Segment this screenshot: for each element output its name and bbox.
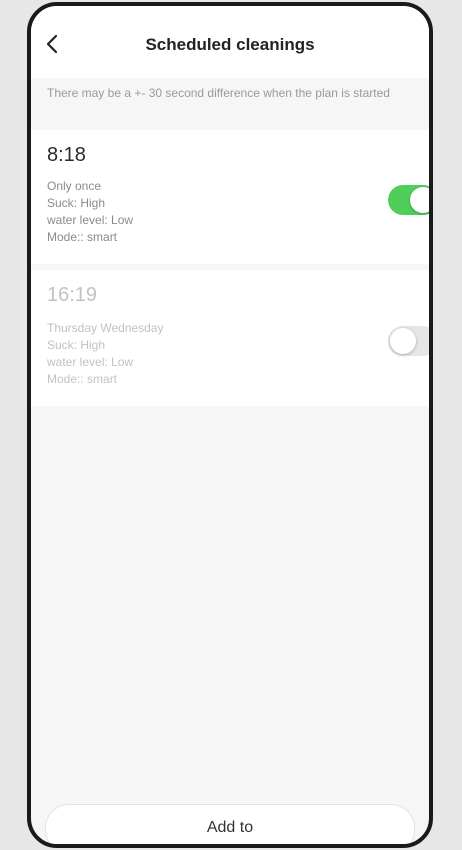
page-title: Scheduled cleanings	[145, 35, 315, 54]
schedule-repeat: Only once	[47, 179, 102, 193]
add-schedule-button[interactable]: Add to	[45, 804, 415, 844]
timing-notice: There may be a +- 30 second difference w…	[47, 86, 390, 100]
schedule-toggle[interactable]	[388, 326, 429, 356]
schedule-item[interactable]: 16:19 Thursday Wednesday Suck: High wate…	[31, 270, 429, 406]
schedule-suck: Suck: High	[47, 338, 106, 352]
schedule-mode: Mode:: smart	[47, 230, 118, 244]
header-bar: Scheduled cleanings	[31, 6, 429, 78]
schedule-time: 8:18	[47, 144, 86, 166]
schedule-water-level: water level: Low	[47, 355, 134, 369]
phone-frame: Scheduled cleanings There may be a +- 30…	[27, 2, 433, 848]
schedule-suck: Suck: High	[47, 196, 106, 210]
toggle-knob	[410, 187, 429, 213]
schedule-repeat: Thursday Wednesday	[47, 321, 164, 335]
schedule-water-level: water level: Low	[47, 213, 134, 227]
schedule-toggle[interactable]	[388, 185, 429, 215]
schedule-time: 16:19	[47, 284, 98, 306]
schedule-mode: Mode:: smart	[47, 372, 118, 386]
toggle-knob	[390, 328, 416, 354]
add-schedule-label: Add to	[206, 819, 254, 836]
schedule-item[interactable]: 8:18 Only once Suck: High water level: L…	[31, 130, 429, 264]
